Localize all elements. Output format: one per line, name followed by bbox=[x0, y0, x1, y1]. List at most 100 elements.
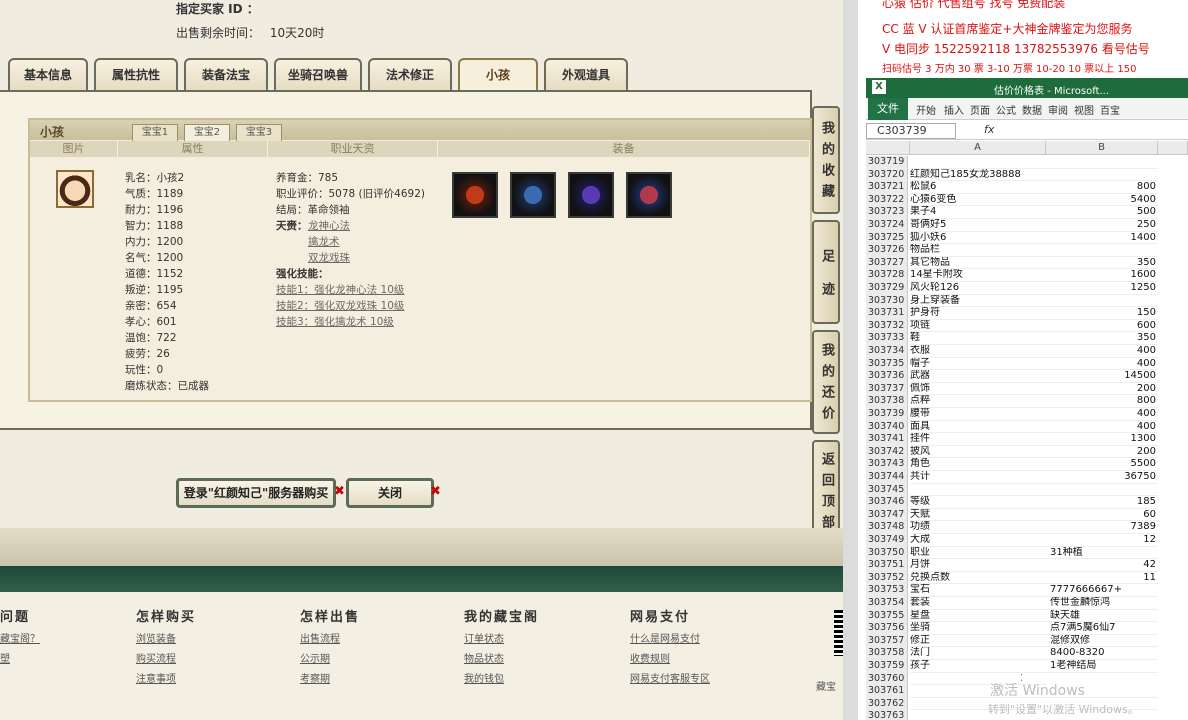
cell-a[interactable]: 衣服 bbox=[910, 345, 1046, 358]
cell-a[interactable]: 腰带 bbox=[910, 408, 1046, 421]
equip-3-icon[interactable] bbox=[568, 172, 614, 218]
row-number[interactable]: 303741 bbox=[866, 433, 908, 446]
cell-a[interactable]: 面具 bbox=[910, 421, 1046, 434]
footer-link[interactable]: 出售流程 bbox=[300, 630, 340, 645]
cell-a[interactable]: 松鼠6 bbox=[910, 181, 1046, 194]
cell-b[interactable]: 500 bbox=[1046, 206, 1158, 219]
cell-b[interactable]: 250 bbox=[1046, 219, 1158, 232]
cell-a[interactable]: 鞋 bbox=[910, 332, 1046, 345]
row-number[interactable]: 303723 bbox=[866, 206, 908, 219]
row-number[interactable]: 303722 bbox=[866, 193, 908, 207]
row-number[interactable]: 303737 bbox=[866, 382, 908, 396]
row-number[interactable]: 303754 bbox=[866, 597, 908, 610]
footer-link[interactable]: 什么是网易支付 bbox=[630, 630, 700, 645]
cell-b[interactable]: 混修双修 bbox=[1046, 635, 1158, 648]
cell-a[interactable]: 狐小妖6 bbox=[910, 232, 1046, 245]
row-number[interactable]: 303751 bbox=[866, 559, 908, 572]
row-number[interactable]: 303739 bbox=[866, 408, 908, 421]
column-header-b[interactable]: B bbox=[1046, 141, 1158, 155]
row-number[interactable]: 303763 bbox=[866, 710, 908, 720]
tab-mounts[interactable]: 坐骑召唤兽 bbox=[274, 58, 362, 90]
fx-icon[interactable]: fx bbox=[984, 123, 994, 136]
cell-b[interactable]: 31种植 bbox=[1046, 547, 1158, 560]
footer-link[interactable]: 物品状态 bbox=[464, 650, 504, 665]
cell-b[interactable]: 12 bbox=[1046, 534, 1158, 547]
cell-b[interactable]: 350 bbox=[1046, 332, 1158, 345]
cell-b[interactable] bbox=[1046, 244, 1158, 257]
cell-b[interactable]: 400 bbox=[1046, 345, 1158, 358]
cell-a[interactable]: 佩饰 bbox=[910, 383, 1046, 396]
cell-b[interactable]: 缺天雄 bbox=[1046, 610, 1158, 623]
footer-link[interactable]: 考察期 bbox=[300, 670, 330, 685]
cell-a[interactable]: 共计 bbox=[910, 471, 1046, 484]
cell-b[interactable]: 400 bbox=[1046, 358, 1158, 371]
row-number[interactable]: 303758 bbox=[866, 647, 908, 660]
row-number[interactable]: 303743 bbox=[866, 458, 908, 471]
cell-a[interactable]: 天赋 bbox=[910, 509, 1046, 522]
my-counteroffer-button[interactable]: 我的还价 bbox=[812, 330, 840, 434]
row-number[interactable]: 303742 bbox=[866, 445, 908, 459]
row-number[interactable]: 303761 bbox=[866, 685, 908, 698]
row-number[interactable]: 303749 bbox=[866, 534, 908, 547]
talent-link[interactable]: 双龙戏珠 bbox=[308, 250, 350, 265]
my-favorites-button[interactable]: 我的收藏 bbox=[812, 106, 840, 214]
row-number[interactable]: 303731 bbox=[866, 307, 908, 320]
close-button[interactable]: 关闭 bbox=[346, 478, 434, 508]
equip-2-icon[interactable] bbox=[510, 172, 556, 218]
footer-link[interactable]: 公示期 bbox=[300, 650, 330, 665]
cell-a[interactable]: 点粹 bbox=[910, 395, 1046, 408]
column-header-a[interactable]: A bbox=[910, 141, 1046, 155]
cell-b[interactable]: 60 bbox=[1046, 509, 1158, 522]
cell-a[interactable]: 项链 bbox=[910, 320, 1046, 333]
cell-b[interactable]: 400 bbox=[1046, 408, 1158, 421]
row-number[interactable]: 303734 bbox=[866, 345, 908, 358]
cell-a[interactable]: 大成 bbox=[910, 534, 1046, 547]
row-number[interactable]: 303744 bbox=[866, 471, 908, 484]
row-number[interactable]: 303719 bbox=[866, 156, 908, 169]
cell-b[interactable]: 11 bbox=[1046, 572, 1158, 585]
footprint-button[interactable]: 足迹 bbox=[812, 220, 840, 324]
subtab-baby-1[interactable]: 宝宝1 bbox=[132, 124, 178, 141]
cell-b[interactable] bbox=[1046, 169, 1158, 182]
cell-a[interactable] bbox=[910, 484, 1046, 497]
cell-a[interactable]: 孩子 bbox=[910, 660, 1046, 673]
ribbon-tab[interactable]: 百宝 bbox=[1100, 102, 1120, 117]
row-number[interactable]: 303745 bbox=[866, 483, 908, 497]
cell-a[interactable]: 武器 bbox=[910, 370, 1046, 383]
cell-b[interactable]: 1250 bbox=[1046, 282, 1158, 295]
cell-b[interactable]: 1600 bbox=[1046, 269, 1158, 282]
talent-link[interactable]: 擒龙术 bbox=[308, 234, 340, 249]
cell-a[interactable]: 兑换点数 bbox=[910, 572, 1046, 585]
cell-b[interactable]: 800 bbox=[1046, 181, 1158, 194]
cell-a[interactable]: 法门 bbox=[910, 647, 1046, 660]
row-number[interactable]: 303738 bbox=[866, 395, 908, 408]
ribbon-tab[interactable]: 视图 bbox=[1074, 102, 1094, 117]
cell-b[interactable]: 7389 bbox=[1046, 521, 1158, 534]
select-all-corner[interactable] bbox=[866, 141, 910, 155]
cell-b[interactable] bbox=[1046, 156, 1158, 169]
cell-a[interactable]: 果子4 bbox=[910, 206, 1046, 219]
cell-a[interactable]: 帽子 bbox=[910, 358, 1046, 371]
row-number[interactable]: 303762 bbox=[866, 697, 908, 711]
cell-b[interactable]: 36750 bbox=[1046, 471, 1158, 484]
footer-link[interactable]: 藏宝阁？ bbox=[0, 630, 40, 645]
subtab-baby-2[interactable]: 宝宝2 bbox=[184, 124, 230, 141]
cell-a[interactable]: 角色 bbox=[910, 458, 1046, 471]
equip-4-icon[interactable] bbox=[626, 172, 672, 218]
ribbon-tab[interactable]: 审阅 bbox=[1048, 102, 1068, 117]
cell-b[interactable]: 800 bbox=[1046, 395, 1158, 408]
cell-b[interactable]: 600 bbox=[1046, 320, 1158, 333]
row-number[interactable]: 303730 bbox=[866, 294, 908, 308]
footer-link[interactable]: 网易支付客服专区 bbox=[630, 670, 710, 685]
row-number[interactable]: 303760 bbox=[866, 672, 908, 686]
row-number[interactable]: 303720 bbox=[866, 168, 908, 182]
cell-a[interactable]: 坐骑 bbox=[910, 622, 1046, 635]
row-number[interactable]: 303736 bbox=[866, 370, 908, 383]
equip-1-icon[interactable] bbox=[452, 172, 498, 218]
subtab-baby-3[interactable]: 宝宝3 bbox=[236, 124, 282, 141]
cell-b[interactable]: 8400-8320 bbox=[1046, 647, 1158, 660]
footer-link[interactable]: 购买流程 bbox=[136, 650, 176, 665]
cell-b[interactable]: 1300 bbox=[1046, 433, 1158, 446]
row-number[interactable]: 303724 bbox=[866, 219, 908, 232]
row-number[interactable]: 303756 bbox=[866, 622, 908, 635]
